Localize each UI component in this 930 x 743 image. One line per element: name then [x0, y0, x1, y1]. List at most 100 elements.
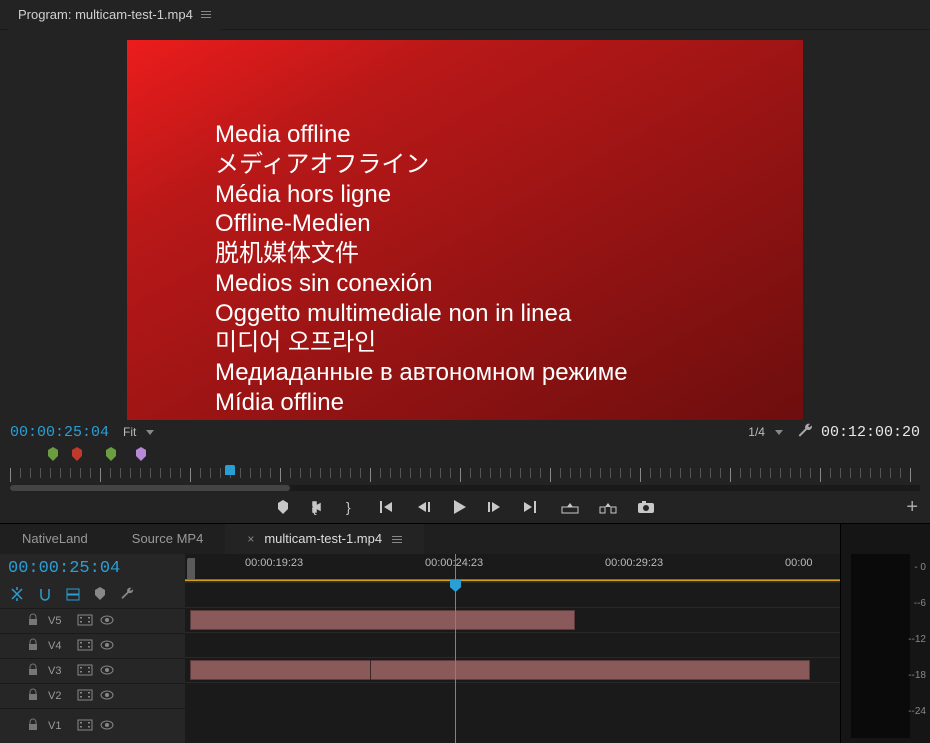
program-tab-label: Program: multicam-test-1.mp4 — [18, 7, 193, 22]
track-lane[interactable] — [185, 682, 840, 717]
sequence-tab[interactable]: Source MP4 — [110, 524, 226, 554]
viewer-canvas[interactable]: Media offlineメディアオフラインMédia hors ligneOf… — [127, 40, 803, 420]
viewer-area: Media offlineメディアオフラインMédia hors ligneOf… — [0, 30, 930, 420]
audio-meter — [851, 554, 910, 738]
eye-icon[interactable] — [100, 720, 112, 733]
close-tab-icon[interactable]: × — [247, 524, 254, 554]
sequence-tabs: NativeLandSource MP4×multicam-test-1.mp4 — [0, 524, 840, 554]
export-frame-button[interactable] — [638, 501, 654, 513]
svg-text:{: { — [312, 499, 317, 515]
track-header[interactable]: V4 — [0, 633, 185, 658]
button-editor-icon[interactable]: + — [906, 496, 918, 519]
svg-text:}: } — [346, 499, 351, 515]
zoom-label: Fit — [123, 425, 136, 439]
step-forward-button[interactable] — [488, 501, 502, 513]
timeline-timecode[interactable]: 00:00:25:04 — [8, 559, 120, 578]
db-label: --24 — [908, 694, 926, 730]
panel-menu-icon[interactable] — [201, 11, 211, 18]
track-label: V1 — [48, 720, 68, 732]
db-label: - 0 — [908, 550, 926, 586]
lock-icon[interactable] — [28, 614, 38, 628]
transport-bar: { } + — [0, 491, 930, 523]
track-label: V4 — [48, 640, 68, 652]
filmstrip-icon[interactable] — [78, 720, 90, 733]
timeline-ruler[interactable]: 00:00:19:2300:00:24:2300:00:29:2300:00 — [185, 554, 840, 582]
nest-toggle-icon[interactable] — [10, 587, 24, 604]
timeline-playhead[interactable] — [455, 554, 456, 743]
track-lane[interactable] — [185, 582, 840, 607]
program-ruler[interactable] — [0, 465, 930, 491]
marker[interactable] — [48, 447, 56, 459]
audio-meter-panel: - 0--6--12--18--24 — [840, 524, 930, 743]
track-lane[interactable] — [185, 657, 840, 682]
mark-in-button[interactable]: { — [312, 500, 324, 514]
timeline-panel: NativeLandSource MP4×multicam-test-1.mp4… — [0, 523, 930, 743]
filmstrip-icon[interactable] — [78, 640, 90, 653]
lock-icon[interactable] — [28, 664, 38, 678]
panel-tab-bar: Program: multicam-test-1.mp4 — [0, 0, 930, 30]
filmstrip-icon[interactable] — [78, 615, 90, 628]
db-label: --12 — [908, 622, 926, 658]
ruler-label: 00:00:29:23 — [605, 557, 663, 569]
program-tab[interactable]: Program: multicam-test-1.mp4 — [8, 0, 221, 30]
eye-icon[interactable] — [100, 665, 112, 678]
extract-button[interactable] — [600, 501, 616, 513]
track-header[interactable]: V3 — [0, 658, 185, 683]
resolution-label: 1/4 — [748, 425, 765, 439]
eye-icon[interactable] — [100, 690, 112, 703]
markers-strip[interactable] — [0, 444, 930, 465]
marker[interactable] — [106, 447, 114, 459]
marker[interactable] — [136, 447, 144, 459]
add-marker-button[interactable] — [276, 500, 290, 514]
add-marker-icon[interactable] — [94, 587, 106, 604]
track-label: V3 — [48, 665, 68, 677]
zoom-dropdown[interactable]: Fit — [117, 423, 160, 441]
program-monitor-panel: Program: multicam-test-1.mp4 Media offli… — [0, 0, 930, 523]
sequence-tab[interactable]: NativeLand — [0, 524, 110, 554]
track-label: V5 — [48, 615, 68, 627]
timeline-tracks-area[interactable]: 00:00:19:2300:00:24:2300:00:29:2300:00 — [185, 554, 840, 743]
duration-timecode[interactable]: 00:12:00:20 — [821, 424, 920, 441]
filmstrip-icon[interactable] — [78, 665, 90, 678]
track-label: V2 — [48, 690, 68, 702]
clip[interactable] — [190, 660, 810, 680]
db-label: --6 — [908, 586, 926, 622]
chevron-down-icon — [775, 430, 783, 435]
track-lane[interactable] — [185, 632, 840, 657]
marker[interactable] — [72, 447, 80, 459]
media-offline-overlay: Media offlineメディアオフラインMédia hors ligneOf… — [215, 120, 628, 418]
go-to-out-button[interactable] — [524, 501, 540, 513]
step-back-button[interactable] — [418, 501, 432, 513]
snap-toggle-icon[interactable] — [38, 587, 52, 604]
settings-icon[interactable] — [797, 423, 813, 442]
tab-menu-icon[interactable] — [392, 536, 402, 543]
ruler-label: 00:00:19:23 — [245, 557, 303, 569]
filmstrip-icon[interactable] — [78, 690, 90, 703]
lock-icon[interactable] — [28, 639, 38, 653]
timeline-settings-icon[interactable] — [120, 587, 134, 604]
ruler-label: 00:00 — [785, 557, 813, 569]
lock-icon[interactable] — [28, 689, 38, 703]
go-to-in-button[interactable] — [380, 501, 396, 513]
lift-button[interactable] — [562, 501, 578, 513]
clip[interactable] — [190, 610, 575, 630]
sequence-tab[interactable]: ×multicam-test-1.mp4 — [225, 524, 424, 554]
track-header-column: 00:00:25:04 V5 V4 V3 V2 V1 — [0, 554, 185, 743]
db-label: --18 — [908, 658, 926, 694]
track-header[interactable]: V5 — [0, 608, 185, 633]
track-lane[interactable] — [185, 607, 840, 632]
resolution-dropdown[interactable]: 1/4 — [742, 423, 789, 441]
timeline-tools — [0, 582, 185, 608]
track-header[interactable]: V1 — [0, 708, 185, 743]
mini-playhead[interactable] — [225, 465, 235, 475]
viewer-info-bar: 00:00:25:04 Fit 1/4 00:12:00:20 — [0, 420, 930, 444]
track-header[interactable]: V2 — [0, 683, 185, 708]
in-point-marker[interactable] — [187, 558, 195, 580]
linked-selection-icon[interactable] — [66, 587, 80, 604]
play-button[interactable] — [454, 500, 466, 514]
eye-icon[interactable] — [100, 615, 112, 628]
mark-out-button[interactable]: } — [346, 500, 358, 514]
eye-icon[interactable] — [100, 640, 112, 653]
current-timecode[interactable]: 00:00:25:04 — [10, 424, 109, 441]
lock-icon[interactable] — [28, 719, 38, 733]
